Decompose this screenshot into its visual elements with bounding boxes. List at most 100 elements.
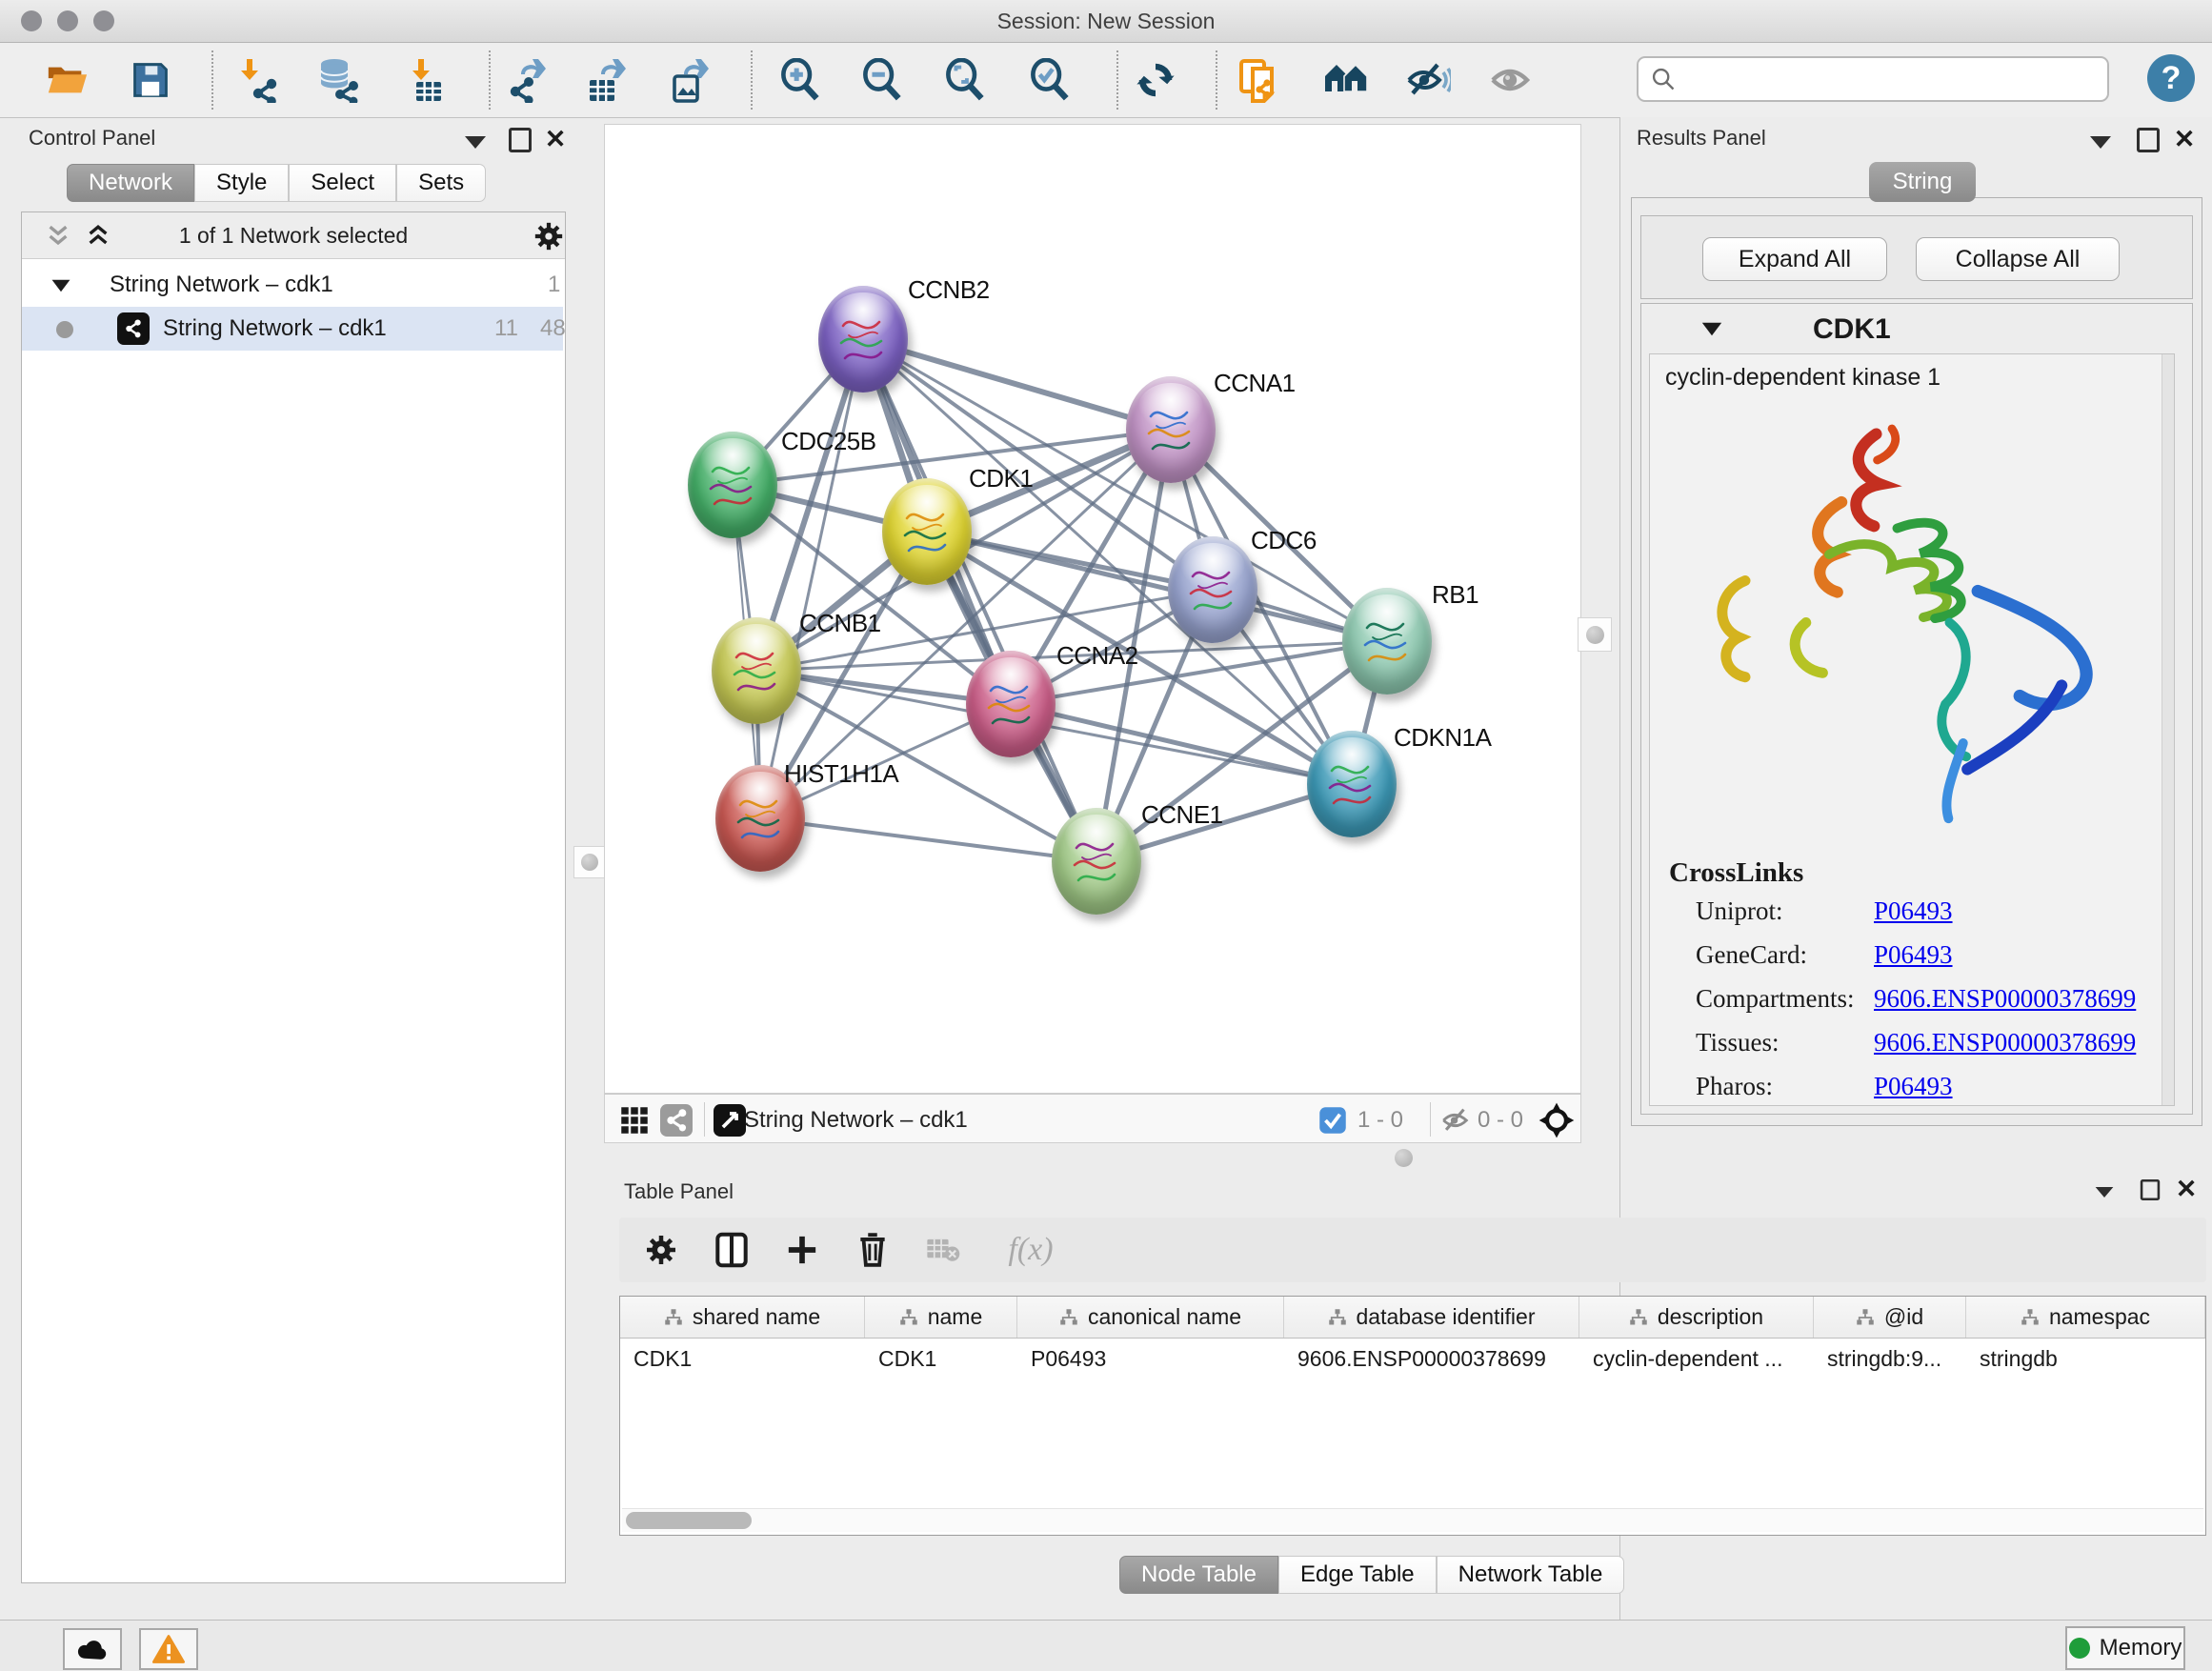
node-label-ccne1: CCNE1 xyxy=(1141,800,1223,830)
import-network-from-database-button[interactable] xyxy=(314,56,362,104)
duplicate-network-button[interactable] xyxy=(1237,56,1284,104)
first-neighbors-button[interactable] xyxy=(1322,56,1370,104)
tab-sets[interactable]: Sets xyxy=(396,164,486,202)
control-panel-close-icon[interactable]: ✕ xyxy=(543,127,568,151)
network-node-ccnb2[interactable] xyxy=(818,286,908,393)
tab-network-table[interactable]: Network Table xyxy=(1437,1556,1625,1594)
tab-select[interactable]: Select xyxy=(289,164,396,202)
zoom-out-button[interactable] xyxy=(858,56,906,104)
table-row[interactable]: CDK1CDK1P064939606.ENSP00000378699cyclin… xyxy=(620,1339,2205,1380)
column-attribute-icon xyxy=(1629,1308,1648,1327)
scrollbar-thumb[interactable] xyxy=(626,1512,752,1529)
zoom-selected-button[interactable] xyxy=(1026,56,1074,104)
crosslink-link[interactable]: P06493 xyxy=(1874,940,1953,970)
network-collection-row[interactable]: String Network – cdk1 1 xyxy=(22,263,563,307)
import-network-button[interactable] xyxy=(234,56,282,104)
results-panel-collapse-icon[interactable] xyxy=(2088,130,2113,154)
table-options-button[interactable] xyxy=(640,1229,682,1271)
zoom-in-button[interactable] xyxy=(776,56,824,104)
results-panel-float-icon[interactable] xyxy=(2136,128,2161,152)
memory-label: Memory xyxy=(2100,1635,2182,1661)
cloud-status-button[interactable] xyxy=(63,1628,122,1670)
horizontal-splitter-grip[interactable] xyxy=(1395,1149,1413,1167)
cell-name[interactable]: CDK1 xyxy=(865,1339,1017,1380)
selected-checkbox[interactable] xyxy=(1317,1105,1348,1136)
show-columns-button[interactable] xyxy=(711,1229,753,1271)
cell-namespac[interactable]: stringdb xyxy=(1966,1339,2205,1380)
crosslink-link[interactable]: P06493 xyxy=(1874,896,1953,926)
table-panel-close-icon[interactable]: ✕ xyxy=(2174,1177,2199,1201)
zoom-fit-button[interactable] xyxy=(941,56,989,104)
network-style-button[interactable] xyxy=(658,1102,694,1138)
save-session-button[interactable] xyxy=(127,56,174,104)
right-splitter-grip[interactable] xyxy=(1578,617,1612,652)
tree-expander-icon[interactable] xyxy=(50,278,71,293)
table-panel-float-icon[interactable] xyxy=(2138,1178,2162,1202)
export-image-button[interactable] xyxy=(666,56,714,104)
network-node-ccna2[interactable] xyxy=(966,651,1056,757)
results-scrollbar[interactable] xyxy=(2162,354,2174,1105)
cell-shared-name[interactable]: CDK1 xyxy=(620,1339,865,1380)
control-panel-float-icon[interactable] xyxy=(508,128,533,152)
control-panel-collapse-icon[interactable] xyxy=(463,130,488,154)
cell-description[interactable]: cyclin-dependent ... xyxy=(1579,1339,1814,1380)
network-node-ccne1[interactable] xyxy=(1052,808,1141,915)
network-view-canvas[interactable]: CCNB2CCNA1CDC25BCDK1CDC6RB1CCNB1CCNA2CDK… xyxy=(604,124,1581,1094)
crosslink-link[interactable]: 9606.ENSP00000378699 xyxy=(1874,1028,2136,1057)
results-panel-close-icon[interactable]: ✕ xyxy=(2172,127,2197,151)
column-header-namespac[interactable]: namespac xyxy=(1966,1297,2205,1338)
help-button[interactable]: ? xyxy=(2147,54,2195,102)
create-column-button[interactable] xyxy=(781,1229,823,1271)
column-header-shared-name[interactable]: shared name xyxy=(620,1297,865,1338)
tab-network[interactable]: Network xyxy=(67,164,194,202)
column-header-canonical-name[interactable]: canonical name xyxy=(1017,1297,1284,1338)
gene-section-header[interactable]: CDK1 xyxy=(1641,304,2192,353)
open-session-button[interactable] xyxy=(43,56,90,104)
grid-view-button[interactable] xyxy=(616,1102,653,1138)
network-node-cdkn1a[interactable] xyxy=(1307,731,1397,837)
column-header--id[interactable]: @id xyxy=(1814,1297,1966,1338)
export-network-button[interactable] xyxy=(503,56,551,104)
import-table-button[interactable] xyxy=(400,56,448,104)
network-edge[interactable] xyxy=(760,818,1096,861)
network-edge[interactable] xyxy=(1011,704,1352,784)
fit-selected-button[interactable] xyxy=(1537,1100,1577,1140)
apply-layout-button[interactable] xyxy=(1132,56,1179,104)
show-all-button[interactable] xyxy=(1486,56,1534,104)
tab-style[interactable]: Style xyxy=(194,164,289,202)
collapse-all-button[interactable]: Collapse All xyxy=(1916,237,2120,281)
network-edge[interactable] xyxy=(863,339,1171,430)
column-header-database-identifier[interactable]: database identifier xyxy=(1284,1297,1579,1338)
column-header-description[interactable]: description xyxy=(1579,1297,1814,1338)
network-edge[interactable] xyxy=(760,339,863,818)
network-node-cdc6[interactable] xyxy=(1168,536,1257,643)
cell--id[interactable]: stringdb:9... xyxy=(1814,1339,1966,1380)
network-row[interactable]: String Network – cdk1 11 48 xyxy=(22,307,563,351)
hide-selected-button[interactable] xyxy=(1404,56,1452,104)
tab-node-table[interactable]: Node Table xyxy=(1119,1556,1278,1594)
crosslink-link[interactable]: P06493 xyxy=(1874,1072,1953,1101)
expand-all-button[interactable]: Expand All xyxy=(1702,237,1887,281)
cell-canonical-name[interactable]: P06493 xyxy=(1017,1339,1284,1380)
tab-edge-table[interactable]: Edge Table xyxy=(1278,1556,1437,1594)
network-node-ccnb1[interactable] xyxy=(712,617,801,724)
crosslink-link[interactable]: 9606.ENSP00000378699 xyxy=(1874,984,2136,1014)
column-header-name[interactable]: name xyxy=(865,1297,1017,1338)
memory-button[interactable]: Memory xyxy=(2065,1626,2185,1670)
network-node-ccna1[interactable] xyxy=(1126,376,1216,483)
table-panel-collapse-icon[interactable] xyxy=(2092,1179,2117,1204)
cell-database-identifier[interactable]: 9606.ENSP00000378699 xyxy=(1284,1339,1579,1380)
export-table-button[interactable] xyxy=(583,56,631,104)
network-options-gear-icon[interactable] xyxy=(533,220,565,252)
network-node-cdc25b[interactable] xyxy=(688,432,777,538)
section-expander-icon[interactable] xyxy=(1700,321,1723,337)
left-splitter-grip[interactable] xyxy=(573,846,606,878)
warnings-button[interactable] xyxy=(139,1628,198,1670)
tab-string[interactable]: String xyxy=(1869,162,1976,202)
delete-column-button[interactable] xyxy=(852,1229,894,1271)
table-horizontal-scrollbar[interactable] xyxy=(622,1508,2203,1532)
birds-eye-view-button[interactable] xyxy=(712,1102,748,1138)
network-node-rb1[interactable] xyxy=(1342,588,1432,695)
network-node-cdk1[interactable] xyxy=(882,478,972,585)
search-input[interactable] xyxy=(1677,66,2081,92)
